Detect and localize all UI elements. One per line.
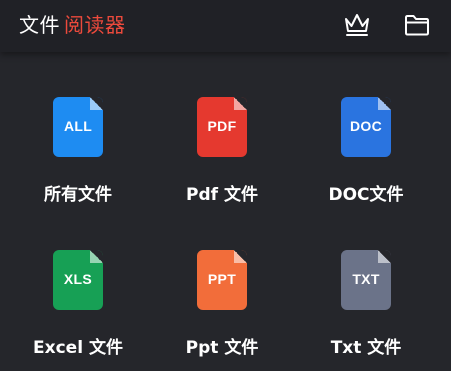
- file-type-label: 所有文件: [44, 185, 112, 205]
- file-type-label: Txt 文件: [330, 338, 402, 358]
- file-ext-label: DOC: [349, 118, 382, 134]
- file-type-xls[interactable]: XLS Excel 文件: [3, 205, 153, 358]
- file-ext-label: PPT: [207, 271, 237, 287]
- crown-icon: [345, 14, 369, 36]
- file-type-label: Excel 文件: [33, 338, 123, 358]
- file-ext-label: TXT: [352, 271, 380, 287]
- file-type-label: Pdf 文件: [186, 185, 258, 205]
- file-type-txt[interactable]: TXT Txt 文件: [291, 205, 441, 358]
- file-all-icon: ALL: [53, 97, 103, 157]
- file-doc-icon: DOC: [341, 97, 391, 157]
- app-title-accent: 阅读器: [64, 13, 126, 37]
- file-type-grid: ALL 所有文件 PDF Pdf 文件 DOC DOC文件 XLS Excel …: [0, 52, 451, 371]
- file-type-label: DOC文件: [328, 185, 404, 205]
- file-ext-label: ALL: [63, 118, 93, 134]
- file-ppt-icon: PPT: [197, 250, 247, 310]
- file-xls-icon: XLS: [53, 250, 103, 310]
- file-type-all[interactable]: ALL 所有文件: [3, 52, 153, 205]
- app-title: 文件 阅读器: [19, 11, 126, 39]
- file-ext-label: PDF: [207, 118, 237, 134]
- folder-icon: [405, 15, 429, 36]
- file-type-ppt[interactable]: PPT Ppt 文件: [147, 205, 297, 358]
- file-txt-icon: TXT: [341, 250, 391, 310]
- file-type-label: Ppt 文件: [185, 338, 259, 358]
- premium-button[interactable]: [343, 12, 371, 38]
- open-folder-button[interactable]: [403, 12, 431, 38]
- app-title-main: 文件: [19, 13, 60, 37]
- file-type-pdf[interactable]: PDF Pdf 文件: [147, 52, 297, 205]
- file-pdf-icon: PDF: [197, 97, 247, 157]
- file-ext-label: XLS: [63, 271, 93, 287]
- file-type-doc[interactable]: DOC DOC文件: [291, 52, 441, 205]
- app-header: 文件 阅读器: [0, 0, 451, 52]
